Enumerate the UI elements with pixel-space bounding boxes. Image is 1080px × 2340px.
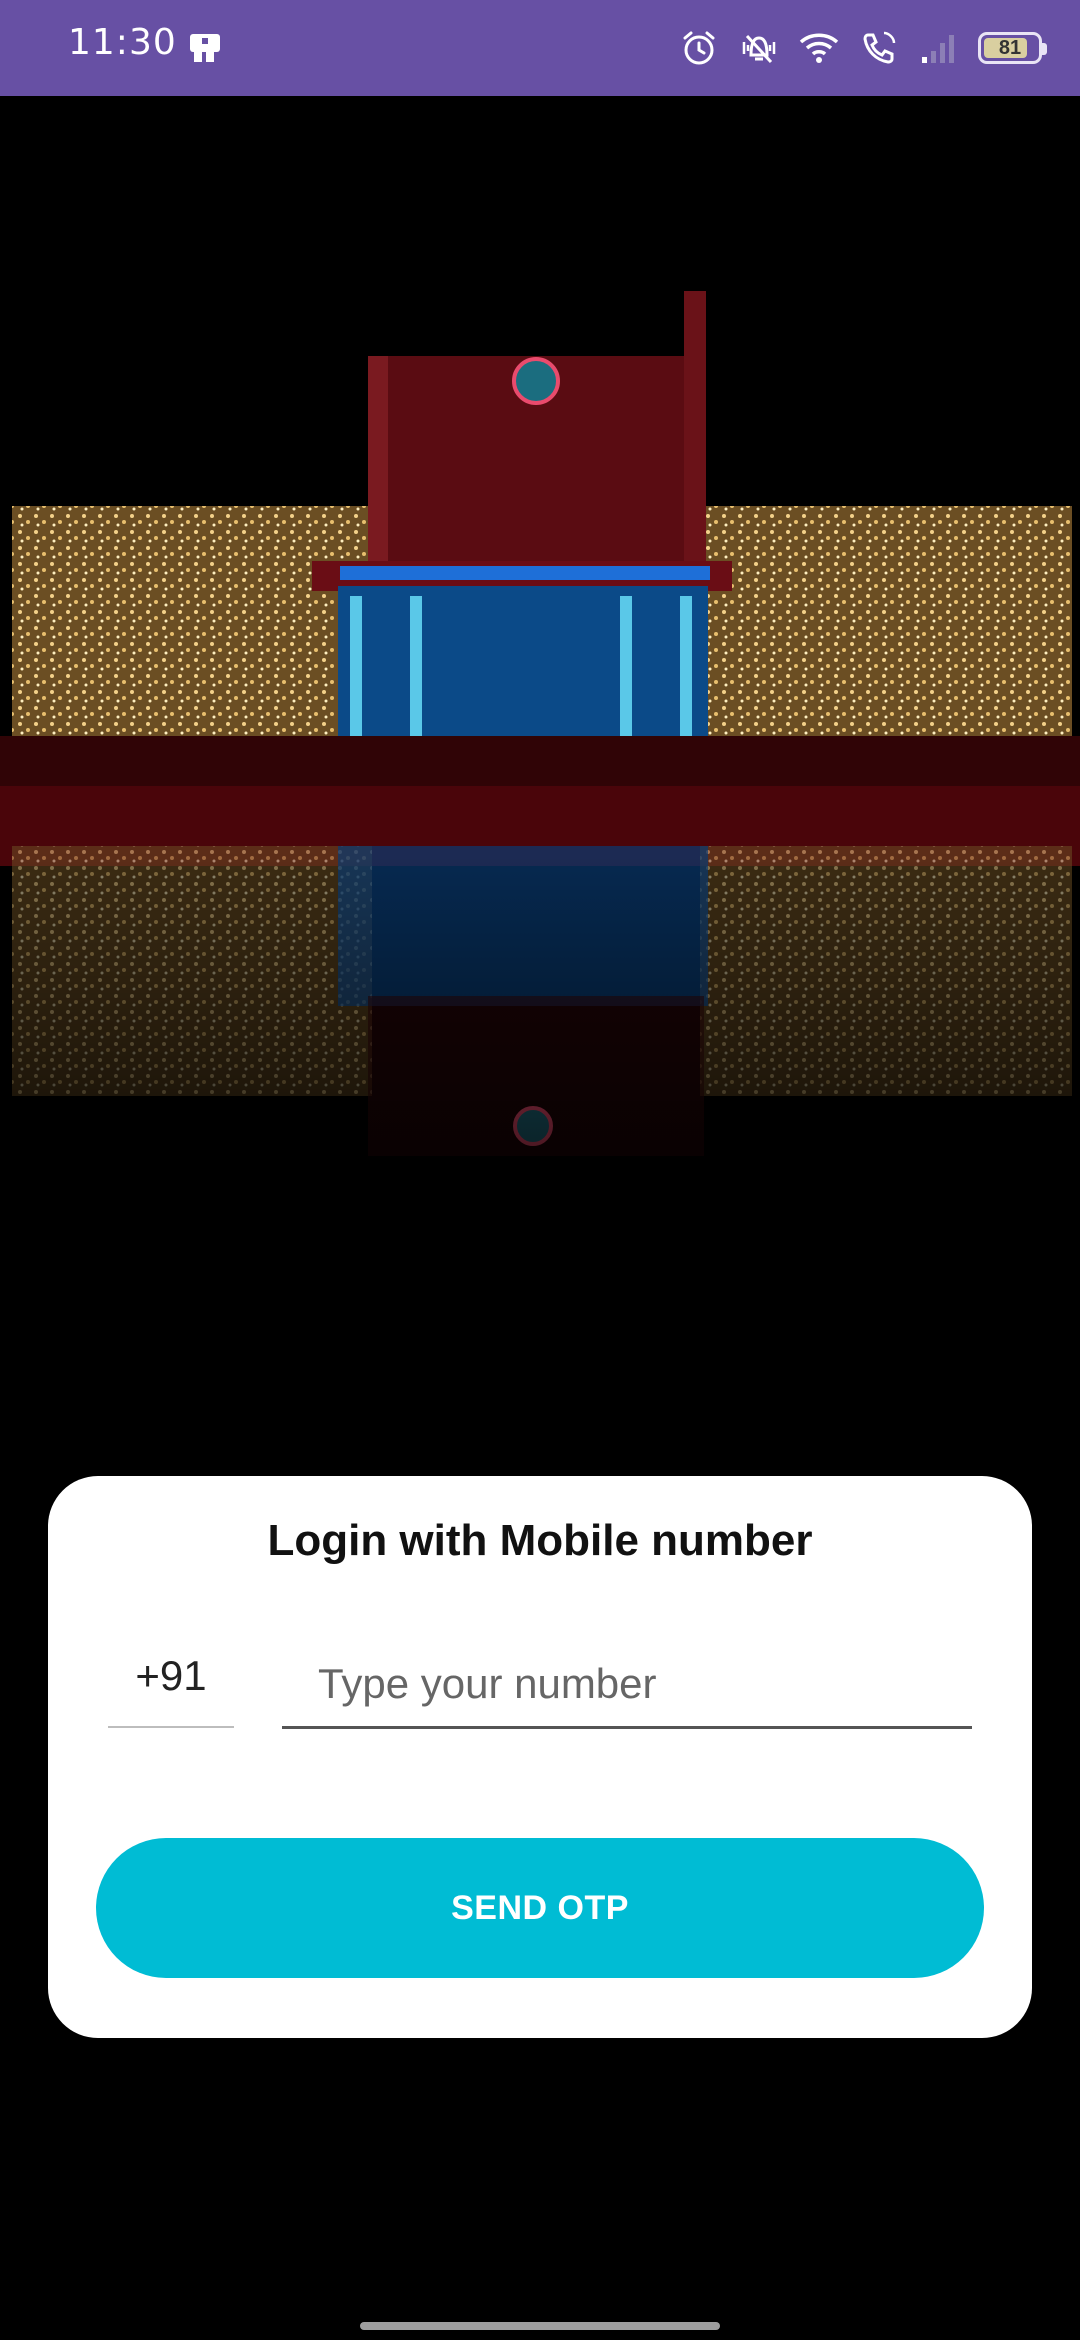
home-indicator[interactable] [360, 2322, 720, 2330]
wifi-calling-icon [863, 31, 896, 64]
signal-icon [922, 35, 954, 63]
login-card: Login with Mobile number +91 SEND OTP [48, 1476, 1032, 2038]
status-icons: 81 [678, 24, 1047, 72]
status-bar: 11:30 81 [0, 0, 1080, 96]
battery-icon: 81 [978, 32, 1047, 64]
battery-level: 81 [998, 36, 1022, 59]
phone-input-underline [282, 1726, 972, 1729]
country-code-selector[interactable]: +91 [108, 1652, 234, 1700]
login-title: Login with Mobile number [267, 1516, 813, 1565]
wifi-icon [799, 33, 839, 63]
phone-number-input[interactable] [282, 1644, 972, 1724]
app-notification-icon [190, 34, 220, 62]
hero-building-image [0, 96, 1080, 1296]
alarm-icon [683, 31, 715, 65]
send-otp-button[interactable]: SEND OTP [96, 1838, 984, 1978]
status-time: 11:30 [68, 22, 177, 63]
country-code-underline [108, 1726, 234, 1728]
vibrate-icon [742, 34, 776, 64]
